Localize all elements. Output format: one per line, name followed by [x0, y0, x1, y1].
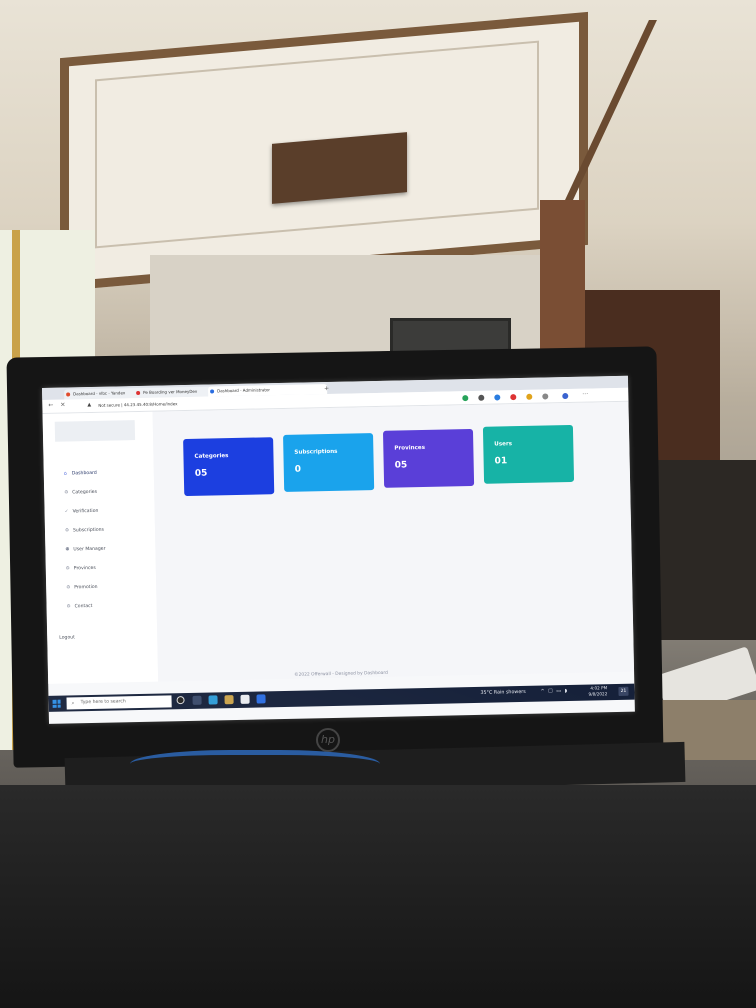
- sidebar-item-subscriptions[interactable]: ⚙ Subscriptions: [65, 528, 104, 534]
- weather-widget[interactable]: 35°C Rain showers: [480, 690, 525, 696]
- gear-icon: ⚙: [66, 585, 71, 591]
- system-tray-icons[interactable]: ^ ☐ ▭ ◗: [540, 688, 568, 695]
- sidebar-item-categories[interactable]: ⚙ Categories: [64, 490, 97, 496]
- profile-avatar-icon[interactable]: [562, 392, 569, 400]
- extension-icon[interactable]: [526, 393, 533, 400]
- logout-link[interactable]: Logout: [59, 635, 75, 640]
- home-icon: ⌂: [63, 471, 67, 477]
- gear-icon: ⚙: [64, 490, 69, 496]
- extension-icon[interactable]: [494, 394, 501, 401]
- file-explorer-icon[interactable]: [224, 695, 234, 705]
- edge-browser-icon[interactable]: [208, 695, 218, 705]
- sidebar-item-promotion[interactable]: ⚙ Promotion: [66, 585, 97, 591]
- sidebar-item-user-manager[interactable]: ⚉ User Manager: [65, 547, 105, 553]
- extension-icon[interactable]: [478, 394, 485, 401]
- store-icon[interactable]: [240, 694, 250, 704]
- card-value: 05: [194, 468, 208, 479]
- card-subscriptions[interactable]: Subscriptions 0: [283, 433, 375, 492]
- laptop-keyboard: [0, 785, 756, 1008]
- gear-icon: ⚙: [66, 604, 71, 610]
- laptop-screen: Dashboard - vlbc - Yandex Pe Boarding ve…: [42, 375, 635, 724]
- tab-favicon-icon: [210, 389, 215, 394]
- card-value: 01: [494, 456, 508, 467]
- sidebar-item-label: Categories: [72, 489, 98, 496]
- sidebar-item-label: User Manager: [73, 546, 106, 553]
- user-icon: ⚉: [65, 547, 70, 553]
- tab-favicon-icon: [66, 392, 71, 397]
- back-arrow-icon[interactable]: ←: [48, 402, 53, 409]
- dashboard-main: Categories 05 Subscriptions 0 Provinces …: [152, 401, 635, 682]
- new-tab-plus-icon[interactable]: +: [324, 385, 329, 392]
- url-field[interactable]: Not secure | 44.23.45.40:8/Home/Index: [98, 399, 177, 410]
- sidebar-item-verification[interactable]: ✓ Verification: [65, 509, 99, 515]
- taskbar-search-input[interactable]: ⌕ Type here to search: [66, 695, 172, 710]
- task-view-icon[interactable]: [192, 695, 202, 705]
- sidebar-item-provinces[interactable]: ⚙ Provinces: [66, 566, 96, 572]
- extension-icon[interactable]: [542, 393, 549, 400]
- ceiling-wood-panel: [272, 132, 407, 204]
- eyeglasses: [130, 750, 380, 785]
- card-title: Categories: [194, 453, 229, 460]
- sidebar: ⌂ Dashboard ⚙ Categories ✓ Verification ⚙ Subsc…: [42, 411, 159, 684]
- card-categories[interactable]: Categories 05: [183, 437, 275, 497]
- extension-icon[interactable]: [462, 395, 469, 402]
- sidebar-item-label: Promotion: [74, 584, 98, 591]
- extension-icon[interactable]: [510, 394, 517, 401]
- card-title: Provinces: [394, 444, 426, 452]
- close-icon[interactable]: ✕: [60, 402, 65, 409]
- notification-badge[interactable]: 21: [618, 686, 629, 696]
- brand-logo-area: [54, 420, 136, 442]
- gear-icon: ⚙: [65, 566, 70, 572]
- windows-start-icon[interactable]: [52, 699, 61, 708]
- windows-taskbar: ⌕ Type here to search 35°C Rain showers …: [48, 683, 635, 712]
- cortana-icon[interactable]: [176, 696, 185, 705]
- more-menu-icon[interactable]: ⋯: [582, 391, 588, 398]
- card-title: Subscriptions: [294, 448, 338, 456]
- wooden-pillar: [540, 200, 585, 350]
- card-provinces[interactable]: Provinces 05: [382, 428, 475, 488]
- sidebar-item-dashboard[interactable]: ⌂ Dashboard: [64, 471, 97, 477]
- sidebar-item-label: Verification: [72, 508, 99, 515]
- card-value: 0: [294, 464, 302, 475]
- card-value: 05: [394, 460, 408, 471]
- taskbar-clock[interactable]: 4:02 PM 9/8/2022: [588, 685, 607, 697]
- mail-icon[interactable]: [256, 694, 266, 704]
- sidebar-item-label: Subscriptions: [72, 527, 104, 534]
- sidebar-item-label: Provinces: [73, 565, 96, 572]
- sidebar-item-label: Dashboard: [71, 470, 97, 477]
- sidebar-item-label: Contact: [74, 603, 93, 610]
- sidebar-item-contact[interactable]: ⚙ Contact: [67, 604, 93, 610]
- gear-icon: ⚙: [64, 528, 70, 534]
- search-icon: ⌕: [71, 700, 75, 707]
- card-title: Users: [494, 441, 513, 448]
- card-users[interactable]: Users 01: [482, 424, 575, 484]
- warning-triangle-icon: ▲: [87, 401, 92, 409]
- check-icon: ✓: [64, 509, 69, 515]
- hp-logo: hp: [316, 728, 340, 752]
- tab-favicon-icon: [136, 390, 141, 396]
